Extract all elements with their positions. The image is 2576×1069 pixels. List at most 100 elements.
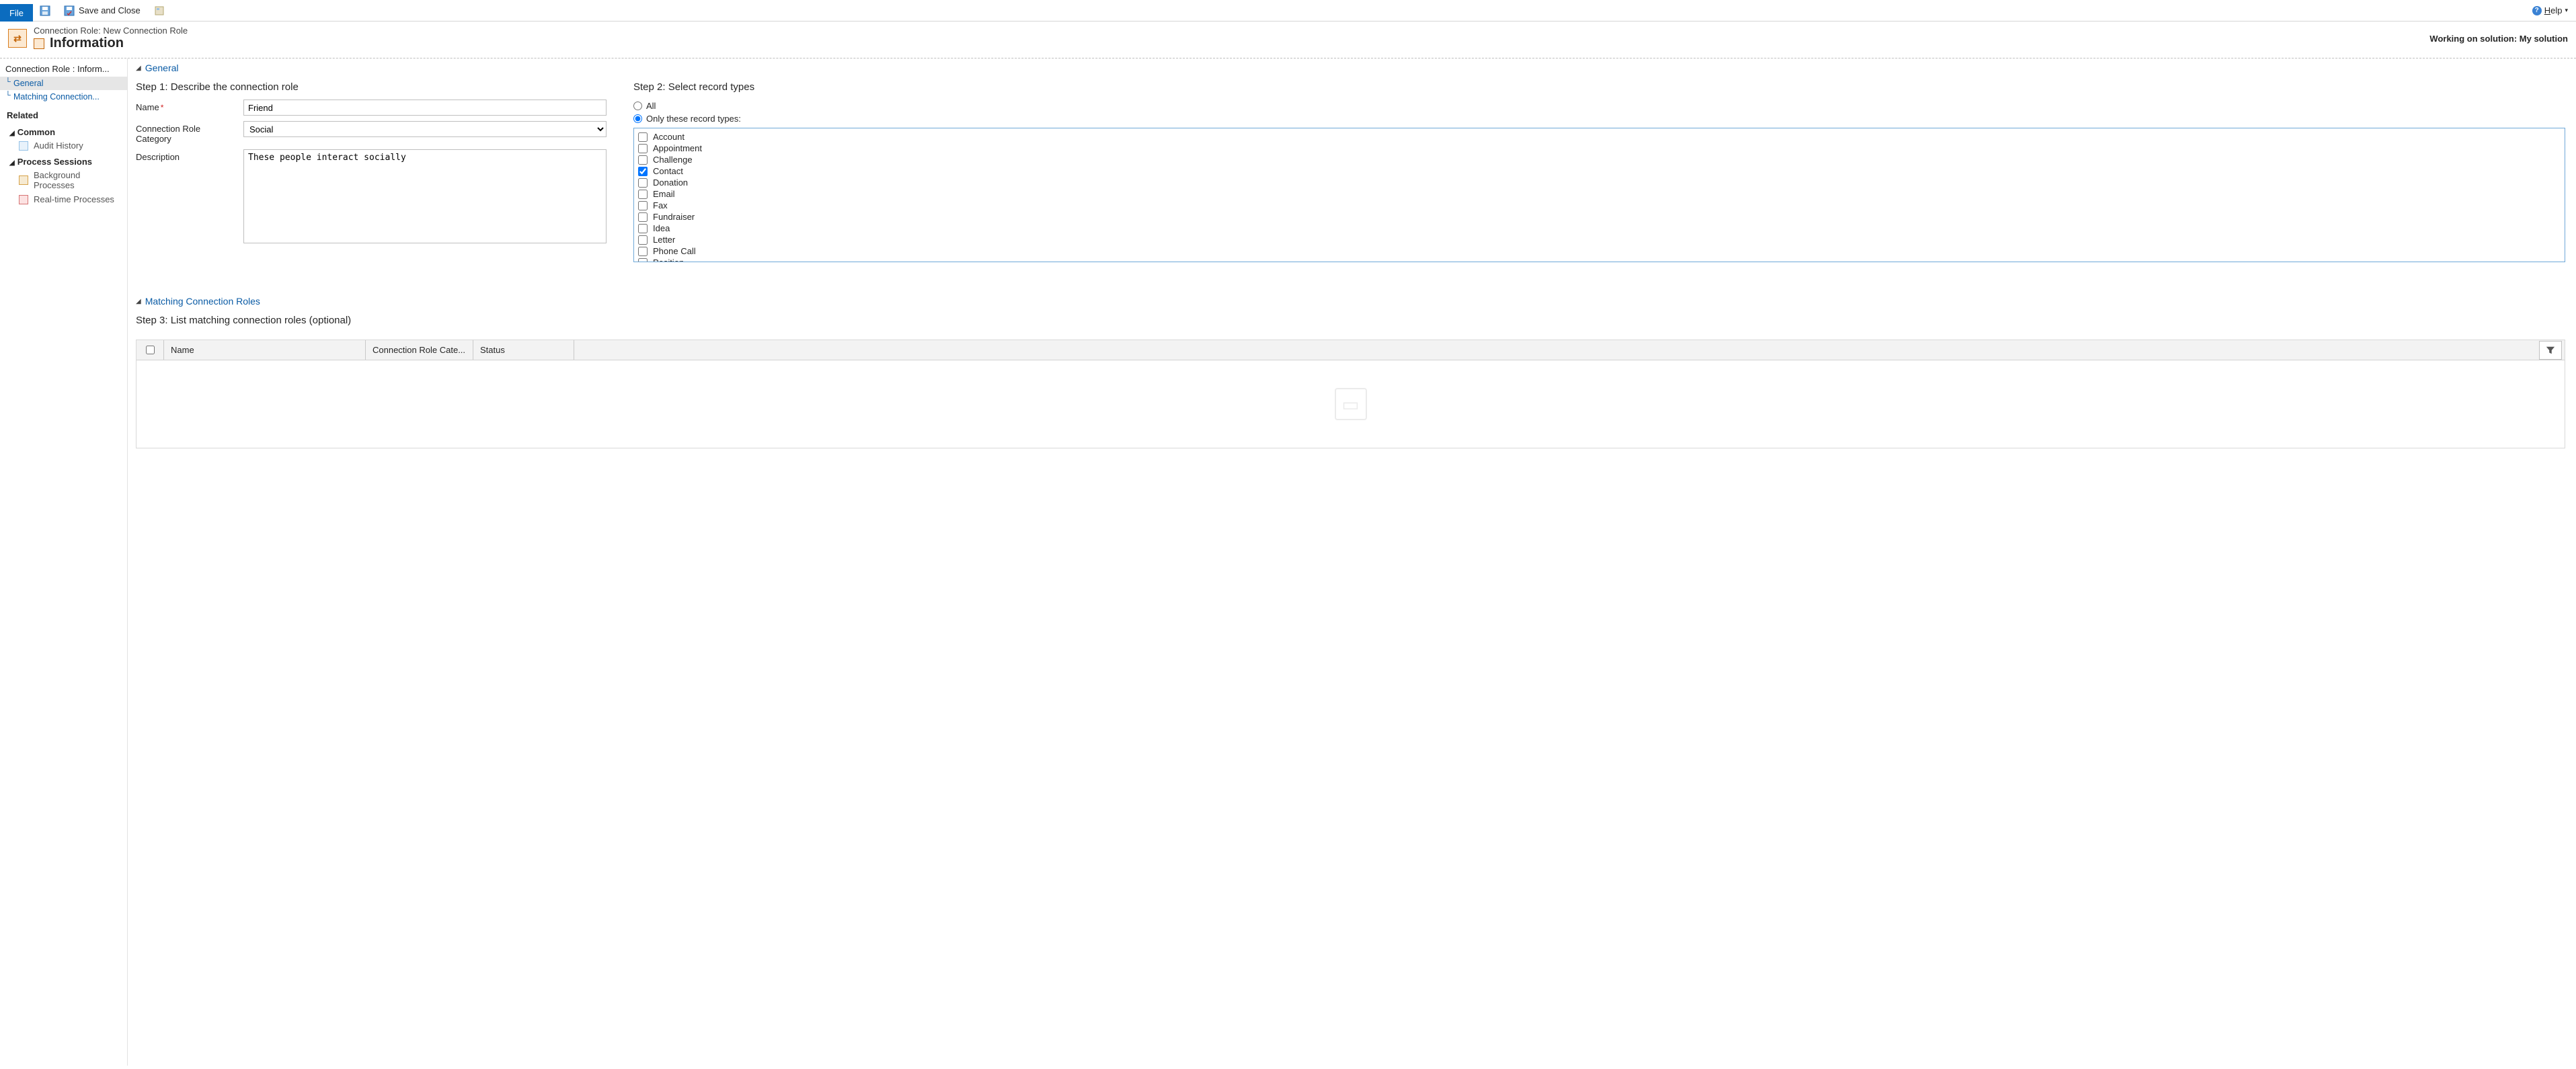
group-common[interactable]: ◢Common bbox=[7, 123, 127, 138]
record-type-checkbox[interactable] bbox=[638, 132, 648, 142]
ribbon-bar: File Save and Close ? Help ▾ bbox=[0, 0, 2576, 22]
realtime-icon bbox=[19, 195, 28, 204]
name-field[interactable] bbox=[243, 100, 607, 116]
record-type-label: Idea bbox=[653, 223, 670, 233]
record-type-label: Position bbox=[653, 258, 684, 262]
page-header: ⇄ Connection Role: New Connection Role I… bbox=[0, 22, 2576, 58]
related-heading: Related bbox=[0, 104, 127, 123]
radio-only-these[interactable] bbox=[633, 114, 642, 123]
record-type-checkbox[interactable] bbox=[638, 167, 648, 176]
step2-title: Step 2: Select record types bbox=[633, 77, 2565, 100]
collapse-icon: ◢ bbox=[136, 298, 141, 305]
save-and-close-button[interactable]: Save and Close bbox=[57, 0, 147, 21]
grid-select-all-checkbox[interactable] bbox=[146, 346, 155, 354]
entity-mini-icon bbox=[34, 38, 44, 49]
record-type-label: Challenge bbox=[653, 155, 693, 165]
record-type-list[interactable]: AccountAppointment ChallengeContactDonati… bbox=[633, 128, 2565, 262]
matching-grid: Name Connection Role Cate... Status ▭ bbox=[136, 340, 2565, 448]
record-type-label: Appointment bbox=[653, 143, 702, 153]
record-type-label: Letter bbox=[653, 235, 675, 245]
grid-select-all[interactable] bbox=[136, 344, 163, 356]
record-type-item[interactable]: Donation bbox=[638, 177, 2561, 188]
record-type-item[interactable]: Appointment bbox=[638, 143, 2561, 154]
record-type-label: Phone Call bbox=[653, 246, 696, 256]
grid-body-empty: ▭ bbox=[136, 360, 2565, 448]
nav-item-general[interactable]: General bbox=[0, 77, 127, 90]
nav-item-audit-history[interactable]: Audit History bbox=[7, 138, 127, 153]
record-type-item[interactable]: Fundraiser bbox=[638, 211, 2561, 223]
record-type-checkbox[interactable] bbox=[638, 247, 648, 256]
nav-item-background-processes[interactable]: Background Processes bbox=[7, 168, 127, 192]
record-type-checkbox[interactable] bbox=[638, 144, 648, 153]
record-type-checkbox[interactable] bbox=[638, 235, 648, 245]
radio-all[interactable] bbox=[633, 102, 642, 110]
record-type-checkbox[interactable] bbox=[638, 258, 648, 263]
record-type-label: Fundraiser bbox=[653, 212, 695, 222]
record-type-item[interactable]: Account bbox=[638, 131, 2561, 143]
page-title: Information bbox=[50, 36, 124, 51]
save-and-close-label: Save and Close bbox=[79, 5, 141, 15]
collapse-icon: ◢ bbox=[136, 65, 141, 72]
column-name[interactable]: Name bbox=[163, 340, 365, 360]
working-on-solution: Working on solution: My solution bbox=[2429, 34, 2568, 44]
nav-item-realtime-processes[interactable]: Real-time Processes bbox=[7, 192, 127, 206]
record-type-checkbox[interactable] bbox=[638, 155, 648, 165]
file-tab[interactable]: File bbox=[0, 4, 33, 22]
section-general[interactable]: ◢ General bbox=[136, 61, 2565, 77]
step3-title: Step 3: List matching connection roles (… bbox=[136, 311, 2565, 333]
save-button[interactable] bbox=[33, 0, 57, 21]
record-type-label: Contact bbox=[653, 166, 683, 176]
record-type-item[interactable]: Contact bbox=[638, 165, 2561, 177]
step1-title: Step 1: Describe the connection role bbox=[136, 77, 607, 100]
description-field[interactable] bbox=[243, 149, 607, 243]
save-icon bbox=[40, 5, 50, 16]
breadcrumb: Connection Role: New Connection Role bbox=[34, 26, 188, 36]
nav-title: Connection Role : Inform... bbox=[0, 61, 127, 77]
help-icon: ? bbox=[2532, 6, 2542, 15]
record-type-checkbox[interactable] bbox=[638, 212, 648, 222]
record-type-checkbox[interactable] bbox=[638, 190, 648, 199]
column-status[interactable]: Status bbox=[473, 340, 574, 360]
record-type-item[interactable]: Email bbox=[638, 188, 2561, 200]
chevron-down-icon: ▾ bbox=[2565, 7, 2568, 14]
actions-icon bbox=[154, 5, 165, 16]
group-process-sessions[interactable]: ◢Process Sessions bbox=[7, 153, 127, 168]
column-category[interactable]: Connection Role Cate... bbox=[365, 340, 473, 360]
chevron-down-icon: ◢ bbox=[9, 159, 15, 167]
record-type-label: Account bbox=[653, 132, 685, 142]
radio-only-label: Only these record types: bbox=[646, 114, 741, 124]
record-type-checkbox[interactable] bbox=[638, 224, 648, 233]
radio-all-label: All bbox=[646, 101, 656, 111]
description-label: Description bbox=[136, 149, 237, 162]
category-label: Connection Role Category bbox=[136, 121, 237, 144]
document-icon bbox=[19, 141, 28, 151]
record-type-label: Email bbox=[653, 189, 675, 199]
record-type-label: Fax bbox=[653, 200, 668, 210]
record-type-item[interactable]: Position bbox=[638, 257, 2561, 262]
help-menu[interactable]: ? Help ▾ bbox=[2524, 0, 2576, 21]
column-spacer bbox=[574, 340, 588, 360]
filter-button[interactable] bbox=[2539, 341, 2562, 360]
section-matching-roles[interactable]: ◢ Matching Connection Roles bbox=[136, 294, 2565, 311]
actions-button[interactable] bbox=[147, 0, 171, 21]
category-select[interactable]: Social bbox=[243, 121, 607, 137]
record-type-item[interactable]: Phone Call bbox=[638, 245, 2561, 257]
record-type-label: Donation bbox=[653, 177, 688, 188]
empty-state-icon: ▭ bbox=[1335, 388, 1367, 420]
record-type-item[interactable]: Idea bbox=[638, 223, 2561, 234]
main-content: ◢ General Step 1: Describe the connectio… bbox=[128, 58, 2576, 1066]
record-type-item[interactable]: Fax bbox=[638, 200, 2561, 211]
record-type-item[interactable]: Challenge bbox=[638, 154, 2561, 165]
left-nav: Connection Role : Inform... General Matc… bbox=[0, 58, 128, 1066]
nav-item-matching-connection[interactable]: Matching Connection... bbox=[0, 90, 127, 104]
process-icon bbox=[19, 175, 28, 185]
save-close-icon bbox=[64, 5, 75, 16]
chevron-down-icon: ◢ bbox=[9, 130, 15, 137]
entity-icon: ⇄ bbox=[8, 29, 27, 48]
record-type-item[interactable]: Letter bbox=[638, 234, 2561, 245]
filter-icon bbox=[2546, 346, 2555, 355]
record-type-checkbox[interactable] bbox=[638, 178, 648, 188]
name-label: Name* bbox=[136, 100, 237, 112]
record-type-checkbox[interactable] bbox=[638, 201, 648, 210]
help-label: Help bbox=[2544, 5, 2563, 15]
